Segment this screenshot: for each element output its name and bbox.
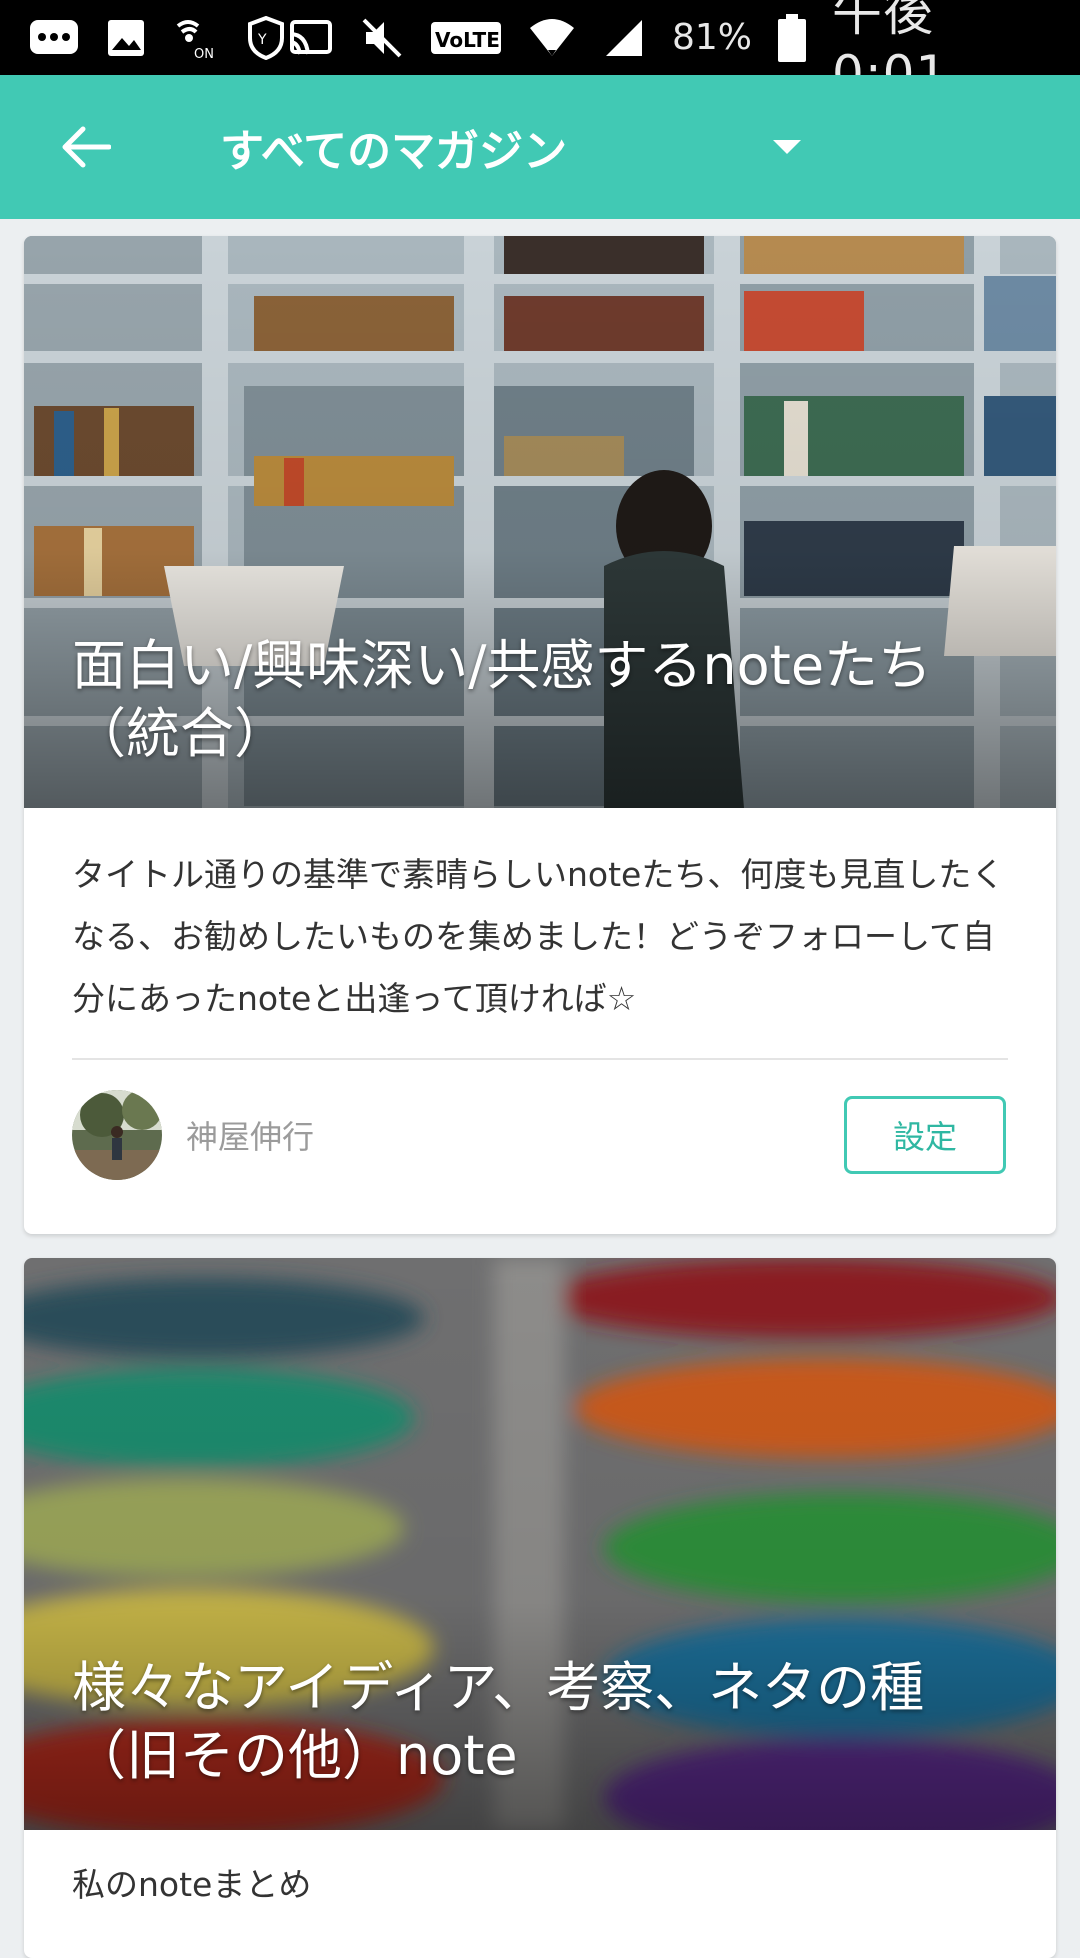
shield-icon: Y: [246, 15, 286, 60]
back-button[interactable]: [40, 102, 130, 192]
caret-down-icon: [773, 140, 801, 154]
battery-percent: 81%: [672, 17, 753, 58]
battery-icon: [778, 13, 807, 62]
arrow-left-icon: [62, 126, 111, 168]
magazine-dropdown-button[interactable]: [755, 115, 819, 179]
magazine-description: 私のnoteまとめ: [72, 1865, 312, 1904]
svg-text:VoLTE: VoLTE: [435, 28, 500, 52]
magazine-card[interactable]: 面白い/興味深い/共感するnoteたち（統合） タイトル通りの基準で素晴らしいn…: [24, 236, 1056, 1234]
magazine-cover-image[interactable]: 様々なアイディア、考察、ネタの種（旧その他）note: [24, 1258, 1056, 1830]
image-icon: [106, 18, 146, 58]
nfc-icon: ON: [172, 16, 220, 60]
magazine-cover-title: 面白い/興味深い/共感するnoteたち（統合）: [72, 634, 933, 765]
magazine-card[interactable]: 様々なアイディア、考察、ネタの種（旧その他）note 私のnoteまとめ: [24, 1258, 1056, 1958]
mute-icon: [360, 16, 404, 60]
status-left: ON Y: [28, 15, 286, 60]
cast-icon: [286, 18, 334, 58]
avatar[interactable]: [72, 1090, 162, 1180]
status-bar: ON Y VoLTE 81% 午後 0:01: [0, 0, 1080, 103]
magazine-footer: 神屋伸行 設定: [24, 1060, 1056, 1210]
magazine-description: タイトル通りの基準で素晴らしいnoteたち、何度も見直したくなる、お勧めしたいも…: [72, 855, 1005, 1018]
magazine-cover-title: 様々なアイディア、考察、ネタの種（旧その他）note: [72, 1656, 925, 1787]
signal-icon: [602, 16, 646, 60]
volte-icon: VoLTE: [430, 18, 502, 58]
wifi-icon: [528, 16, 576, 60]
svg-text:ON: ON: [194, 47, 214, 60]
author-name[interactable]: 神屋伸行: [186, 1112, 314, 1158]
svg-text:Y: Y: [257, 32, 267, 48]
magazine-cover-image[interactable]: 面白い/興味深い/共感するnoteたち（統合）: [24, 236, 1056, 808]
page-title[interactable]: すべてのマガジン: [220, 115, 567, 179]
settings-button[interactable]: 設定: [844, 1096, 1006, 1174]
chat-icon: [28, 18, 80, 58]
app-bar: すべてのマガジン: [0, 75, 1080, 219]
